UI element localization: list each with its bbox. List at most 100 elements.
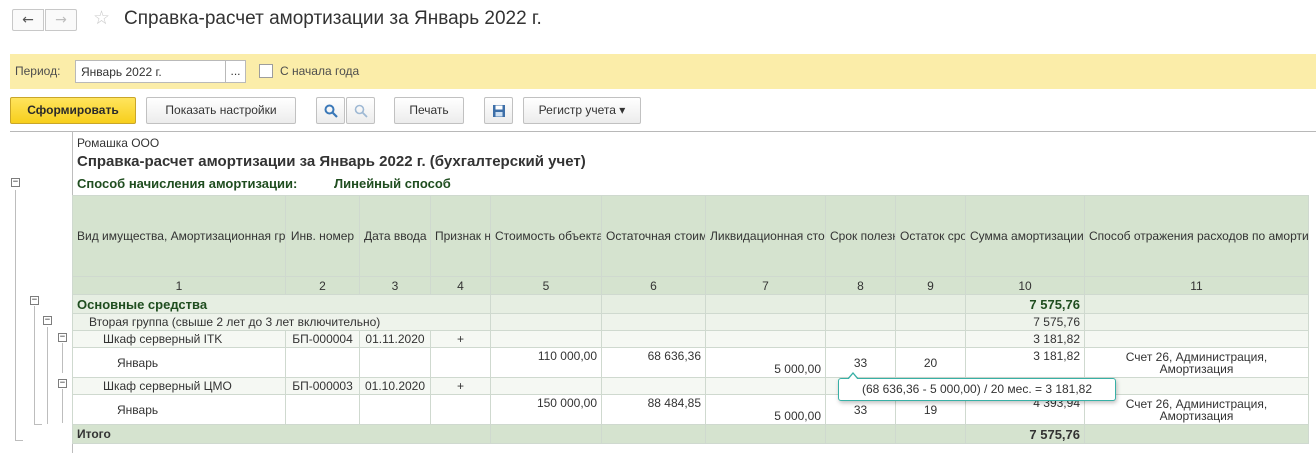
column-header: Стоимость объекта <box>490 195 602 277</box>
column-header: Остаточная стоимость объекта <box>601 195 706 277</box>
column-number-row: 1 2 3 4 5 6 7 8 9 10 11 <box>72 276 1309 295</box>
search-button[interactable] <box>316 97 345 124</box>
column-header: Сумма амортизации ((6) - (7)) / (9) <box>965 195 1085 277</box>
column-number: 8 <box>825 276 896 295</box>
column-number: 5 <box>490 276 602 295</box>
table-header-row: Вид имущества, Амортизационная группа, О… <box>72 195 1309 277</box>
table-row[interactable]: Январь 150 000,00 88 484,85 5 000,00 33 … <box>72 394 1309 425</box>
tree-line <box>62 343 63 373</box>
column-header: Срок полезного использов ания <box>825 195 896 277</box>
show-settings-button[interactable]: Показать настройки <box>146 97 296 124</box>
tree-line <box>34 424 42 425</box>
expense-method-line: Амортизация <box>1159 361 1234 376</box>
useful-life-cell: 33 <box>825 347 896 378</box>
expense-method-cell: Счет 26, Администрация, Амортизация <box>1084 394 1309 425</box>
tree-line <box>47 327 48 424</box>
collapse-toggle-icon[interactable]: − <box>58 333 67 342</box>
residual-cost-cell: 88 484,85 <box>601 394 706 425</box>
residual-cost-cell: 68 636,36 <box>601 347 706 378</box>
tree-line <box>15 440 23 441</box>
remaining-life-cell: 20 <box>895 347 966 378</box>
subgroup-total: 7 575,76 <box>965 313 1085 331</box>
print-button[interactable]: Печать <box>394 97 464 124</box>
column-header: Инв. номер <box>285 195 360 277</box>
asset-depreciation-flag: + <box>430 330 491 348</box>
column-number: 1 <box>72 276 286 295</box>
column-header: Признак начисле ния амортиз ации <box>430 195 491 277</box>
depreciation-amount-cell[interactable]: 3 181,82 <box>965 347 1085 378</box>
column-number: 3 <box>359 276 431 295</box>
asset-name: Шкаф серверный ITK <box>72 330 286 348</box>
table-row[interactable]: Январь 110 000,00 68 636,36 5 000,00 33 … <box>72 347 1309 378</box>
column-number: 11 <box>1084 276 1309 295</box>
liquidation-cost-cell: 5 000,00 <box>705 347 826 378</box>
report-table: Вид имущества, Амортизационная группа, О… <box>72 195 1309 444</box>
method-value: Линейный способ <box>334 176 451 191</box>
asset-inventory-number: БП-000003 <box>285 377 360 395</box>
organization-name: Ромашка ООО <box>77 136 160 150</box>
total-row: Итого 7 575,76 <box>72 424 1309 444</box>
cost-cell: 150 000,00 <box>490 394 602 425</box>
title-bar: ← → ☆ Справка-расчет амортизации за Янва… <box>0 0 1316 42</box>
group-row-fixed-assets[interactable]: Основные средства 7 575,76 <box>72 294 1309 314</box>
collapse-toggle-icon[interactable]: − <box>30 296 39 305</box>
expense-method-line: Счет 26, Администрация, <box>1125 349 1268 364</box>
asset-row[interactable]: Шкаф серверный ЦМО БП-000003 01.10.2020 … <box>72 377 1309 395</box>
favorite-star-icon[interactable]: ☆ <box>93 7 110 29</box>
search-next-button[interactable] <box>346 97 375 124</box>
subgroup-row[interactable]: Вторая группа (свыше 2 лет до 3 лет вклю… <box>72 313 1309 331</box>
asset-commission-date: 01.11.2020 <box>359 330 431 348</box>
expense-method-line: Амортизация <box>1159 408 1234 423</box>
liquidation-cost-cell: 5 000,00 <box>705 394 826 425</box>
group-name: Основные средства <box>72 294 491 314</box>
save-icon <box>492 105 505 117</box>
back-arrow-icon[interactable]: ← <box>12 9 44 31</box>
window-title: Справка-расчет амортизации за Январь 202… <box>124 8 542 29</box>
column-header: Вид имущества, Амортизационная группа, О… <box>72 195 286 277</box>
expense-method-line: Счет 26, Администрация, <box>1125 396 1268 411</box>
group-total: 7 575,76 <box>965 294 1085 314</box>
report-title: Справка-расчет амортизации за Январь 202… <box>77 153 586 170</box>
subgroup-name: Вторая группа (свыше 2 лет до 3 лет вклю… <box>72 313 491 331</box>
total-label: Итого <box>72 424 491 444</box>
asset-inventory-number: БП-000004 <box>285 330 360 348</box>
tree-line <box>15 190 16 440</box>
forward-arrow-icon[interactable]: → <box>45 9 77 31</box>
column-header: Ликвидационная стоимость <box>705 195 826 277</box>
search-icon <box>324 104 338 118</box>
column-number: 4 <box>430 276 491 295</box>
column-number: 6 <box>601 276 706 295</box>
asset-row[interactable]: Шкаф серверный ITK БП-000004 01.11.2020 … <box>72 330 1309 348</box>
period-select-button[interactable]: ... <box>225 60 246 83</box>
register-dropdown-button[interactable]: Регистр учета ▾ <box>523 97 641 124</box>
column-number: 7 <box>705 276 826 295</box>
asset-commission-date: 01.10.2020 <box>359 377 431 395</box>
search-next-icon <box>354 104 368 118</box>
asset-total: 3 181,82 <box>965 330 1085 348</box>
period-input[interactable]: Январь 2022 г. <box>75 60 226 83</box>
save-button[interactable] <box>484 97 513 124</box>
tree-line <box>34 306 35 424</box>
month-cell: Январь <box>72 347 286 378</box>
column-number: 2 <box>285 276 360 295</box>
from-year-start-checkbox[interactable] <box>259 64 273 78</box>
column-header: Остаток срока полезного использо вания <box>895 195 966 277</box>
column-header: Способ отражения расходов по амортизации <box>1084 195 1309 277</box>
calculation-tooltip: (68 636,36 - 5 000,00) / 20 мес. = 3 181… <box>838 372 1116 401</box>
collapse-toggle-icon[interactable]: − <box>43 316 52 325</box>
filter-bar: Период: Январь 2022 г. ... С начала года <box>10 54 1316 89</box>
from-year-start-label[interactable]: С начала года <box>280 64 359 78</box>
collapse-toggle-icon[interactable]: − <box>11 178 20 187</box>
period-label: Период: <box>15 64 61 78</box>
month-cell: Январь <box>72 394 286 425</box>
collapse-toggle-icon[interactable]: − <box>58 379 67 388</box>
total-value: 7 575,76 <box>965 424 1085 444</box>
column-number: 9 <box>895 276 966 295</box>
cost-cell: 110 000,00 <box>490 347 602 378</box>
column-number: 10 <box>965 276 1085 295</box>
column-header: Дата ввода в эксплуата цию <box>359 195 431 277</box>
expense-method-cell: Счет 26, Администрация, Амортизация <box>1084 347 1309 378</box>
asset-name: Шкаф серверный ЦМО <box>72 377 286 395</box>
generate-button[interactable]: Сформировать <box>10 97 136 124</box>
asset-depreciation-flag: + <box>430 377 491 395</box>
